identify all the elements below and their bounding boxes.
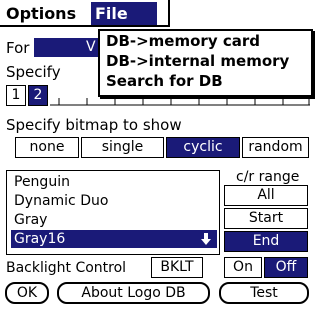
list-item-label: Gray16	[14, 231, 66, 247]
list-item[interactable]: Gray	[11, 211, 217, 229]
bitmap-option-single[interactable]: single	[81, 137, 164, 158]
for-selector[interactable]: V	[34, 38, 98, 57]
bitmap-option-none[interactable]: none	[15, 137, 79, 158]
range-option-all[interactable]: All	[224, 185, 308, 206]
page-ruler	[50, 95, 310, 106]
scroll-down-arrow-icon[interactable]	[201, 233, 211, 245]
range-option-end[interactable]: End	[224, 231, 308, 252]
bklt-button[interactable]: BKLT	[151, 257, 203, 278]
about-logo-db-button[interactable]: About Logo DB	[57, 282, 210, 304]
bitmap-option-random[interactable]: random	[242, 137, 309, 158]
backlight-label: Backlight Control	[6, 260, 127, 276]
bitmap-option-cyclic[interactable]: cyclic	[166, 137, 240, 158]
menu-bar: Options File	[0, 0, 170, 27]
bitmap-label: Specify bitmap to show	[6, 116, 182, 134]
range-label: c/r range	[236, 169, 300, 185]
backlight-on-option[interactable]: On	[224, 257, 262, 278]
page-tab-2[interactable]: 2	[28, 85, 48, 106]
file-menu-dropdown: DB->memory card DB->internal memory Sear…	[98, 29, 313, 97]
range-option-start[interactable]: Start	[224, 208, 308, 229]
list-item[interactable]: Penguin	[11, 173, 217, 191]
menu-item-db-to-internal-memory[interactable]: DB->internal memory	[106, 52, 289, 71]
list-item-selected[interactable]: Gray16	[11, 230, 217, 248]
menu-item-db-to-memory-card[interactable]: DB->memory card	[106, 32, 260, 51]
for-label: For	[6, 39, 30, 57]
list-item[interactable]: Dynamic Duo	[11, 192, 217, 210]
ok-button[interactable]: OK	[5, 282, 49, 304]
menu-file[interactable]: File	[91, 2, 157, 25]
page-tab-1[interactable]: 1	[6, 85, 26, 106]
specify-label: Specify	[6, 63, 61, 81]
logo-list[interactable]: Penguin Dynamic Duo Gray Gray16	[6, 170, 220, 255]
menu-item-search-for-db[interactable]: Search for DB	[106, 72, 223, 91]
backlight-off-option[interactable]: Off	[264, 257, 308, 278]
test-button[interactable]: Test	[219, 282, 309, 304]
menu-options[interactable]: Options	[2, 2, 80, 25]
